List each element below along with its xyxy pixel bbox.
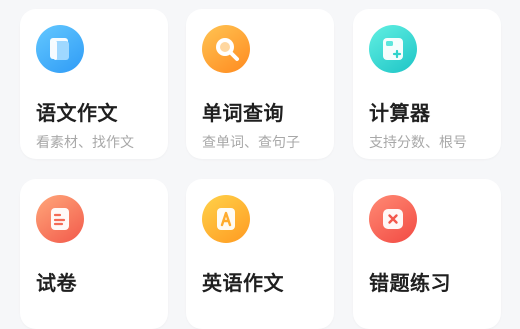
card-title: 单词查询 [202,101,284,125]
card-subtitle: 查单词、查句子 [202,135,300,151]
card-word-lookup[interactable]: 单词查询 查单词、查句子 [186,9,334,159]
search-bubble-icon [202,25,250,73]
card-chinese-composition[interactable]: 语文作文 看素材、找作文 [20,9,168,159]
card-title: 语文作文 [36,101,118,125]
card-calculator[interactable]: 计算器 支持分数、根号 [353,9,501,159]
calculator-icon [369,25,417,73]
card-exam-paper[interactable]: 试卷 [20,179,168,329]
card-subtitle: 看素材、找作文 [36,135,134,151]
card-subtitle: 支持分数、根号 [369,135,467,151]
notebook-icon [36,25,84,73]
tools-grid: 语文作文 看素材、找作文 单词查询 查单词、查句子 计算器 支持分数、根号 试卷… [0,0,520,329]
card-wrong-answer-practice[interactable]: 错题练习 [353,179,501,329]
card-title: 错题练习 [369,271,451,295]
card-title: 试卷 [36,271,77,295]
exam-paper-icon [36,195,84,243]
card-title: 英语作文 [202,271,284,295]
letter-a-icon [202,195,250,243]
card-title: 计算器 [369,101,431,125]
card-english-composition[interactable]: 英语作文 [186,179,334,329]
wrong-answer-icon [369,195,417,243]
